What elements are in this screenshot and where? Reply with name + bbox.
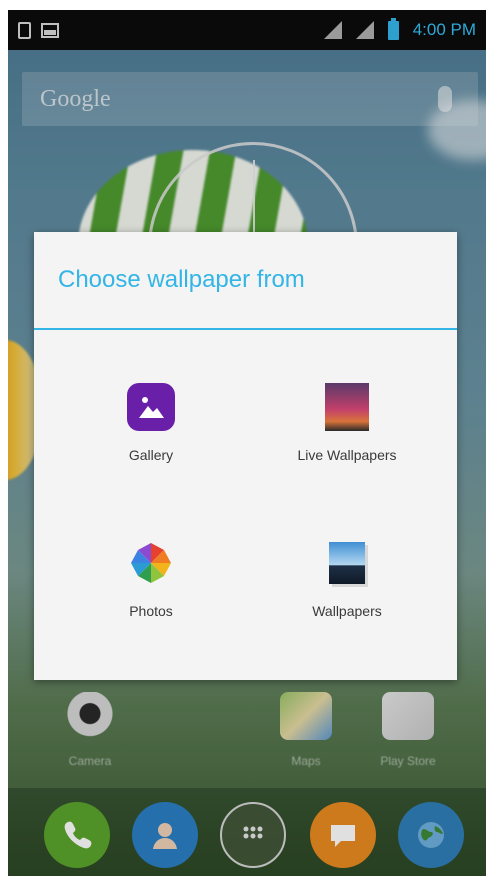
option-wallpapers[interactable]: Wallpapers [277,538,417,620]
option-gallery[interactable]: Gallery [81,382,221,464]
option-live-wallpapers[interactable]: Live Wallpapers [277,382,417,464]
screenshot-image-icon [41,22,59,38]
option-label: Photos [129,603,173,619]
option-label: Live Wallpapers [297,447,397,463]
option-label: Gallery [128,447,174,463]
sim-card-icon [18,21,31,39]
dialog-title: Choose wallpaper from [34,232,457,330]
gallery-icon [127,383,175,431]
live-wallpapers-icon [325,383,369,431]
photos-icon [126,538,176,588]
battery-icon [387,17,399,40]
status-time: 4:00 PM [412,20,476,39]
option-photos[interactable]: Photos [81,538,221,620]
wallpaper-chooser-dialog: Choose wallpaper from Gallery Live Wallp… [34,232,457,680]
wallpapers-icon [329,542,365,584]
wallpaper-options-grid: Gallery Live Wallpapers Photos Wallpaper… [34,330,457,676]
status-bar: 4:00 PM [8,10,486,50]
signal-2-icon [355,21,374,39]
option-label: Wallpapers [312,603,382,619]
signal-icon [323,21,342,39]
